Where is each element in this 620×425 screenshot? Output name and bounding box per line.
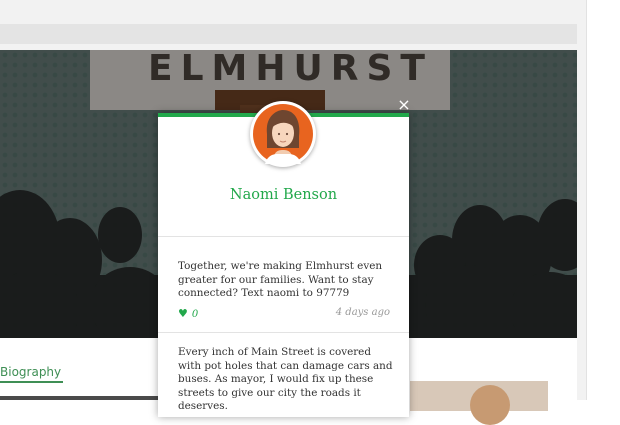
post-timestamp: 4 days ago [335,307,390,318]
body-text-snippet [0,396,160,400]
avatar [250,101,316,167]
divider [158,332,409,333]
thumbnail-image [410,381,548,425]
background-toolbar [0,24,577,44]
post-text: Every inch of Main Street is covered wit… [178,346,393,412]
heart-icon: ♥ [178,307,188,320]
close-icon[interactable]: × [396,97,412,113]
profile-name: Naomi Benson [229,187,338,203]
like-button[interactable]: ♥ 0 [178,307,198,320]
divider [158,236,409,237]
like-count: 0 [191,309,199,320]
post-text: Together, we're making Elmhurst even gre… [178,260,383,299]
tab-biography[interactable]: Biography [0,365,64,383]
avatar-icon [253,104,313,164]
